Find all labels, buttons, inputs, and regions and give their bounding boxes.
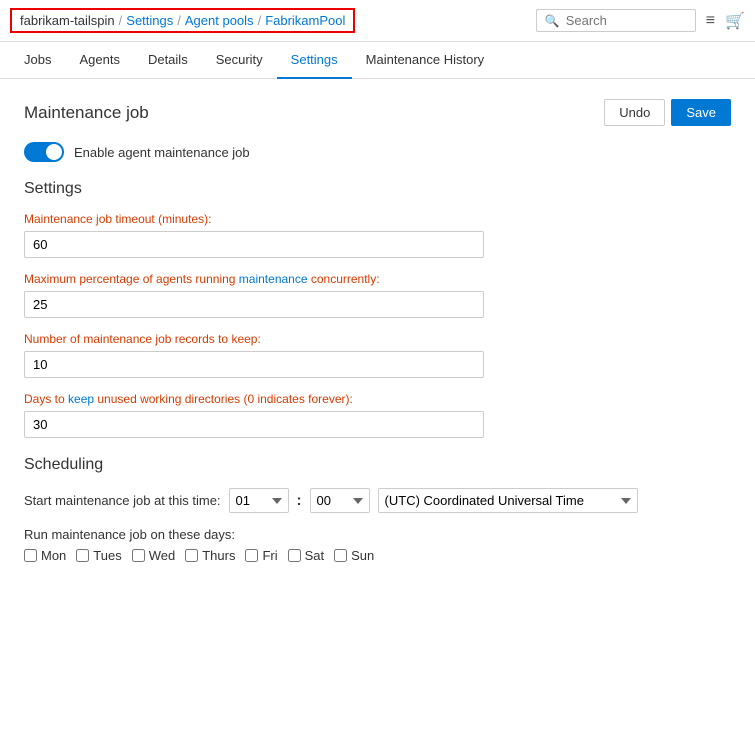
- day-sun-label[interactable]: Sun: [351, 548, 374, 563]
- minute-select[interactable]: 00 15 30 45: [310, 488, 370, 513]
- breadcrumb-sep2: /: [177, 13, 181, 28]
- day-wed-checkbox[interactable]: [132, 549, 145, 562]
- search-box: 🔍: [536, 9, 696, 32]
- days-label: Run maintenance job on these days:: [24, 527, 731, 542]
- day-tues-checkbox[interactable]: [76, 549, 89, 562]
- field-max-percentage-label-text2: concurrently:: [308, 272, 380, 286]
- days-row: Mon Tues Wed Thurs Fri: [24, 548, 731, 563]
- day-sat: Sat: [288, 548, 325, 563]
- action-buttons: Undo Save: [604, 99, 731, 126]
- section-header: Maintenance job Undo Save: [24, 99, 731, 126]
- tab-bar: Jobs Agents Details Security Settings Ma…: [0, 42, 755, 79]
- breadcrumb: fabrikam-tailspin / Settings / Agent poo…: [10, 8, 355, 33]
- field-records-keep: Number of maintenance job records to kee…: [24, 332, 731, 378]
- day-fri: Fri: [245, 548, 277, 563]
- field-max-percentage-label-highlight: maintenance: [239, 272, 308, 286]
- day-tues-label[interactable]: Tues: [93, 548, 121, 563]
- day-tues: Tues: [76, 548, 121, 563]
- field-timeout-input[interactable]: [24, 231, 484, 258]
- field-days-keep-label-text: Days to: [24, 392, 68, 406]
- day-sat-label[interactable]: Sat: [305, 548, 325, 563]
- breadcrumb-settings[interactable]: Settings: [126, 13, 173, 28]
- hour-select[interactable]: 01 02 03 04 05 06 07 08 09 10 11 12: [229, 488, 289, 513]
- field-timeout: Maintenance job timeout (minutes):: [24, 212, 731, 258]
- bag-icon[interactable]: 🛒: [725, 11, 745, 31]
- day-fri-checkbox[interactable]: [245, 549, 258, 562]
- maintenance-job-title: Maintenance job: [24, 103, 149, 123]
- field-timeout-label-text: Maintenance job timeout (minutes):: [24, 212, 211, 226]
- top-bar-right: 🔍 ≡ 🛒: [536, 9, 745, 32]
- tab-agents[interactable]: Agents: [65, 42, 133, 79]
- search-icon: 🔍: [545, 14, 560, 28]
- day-fri-label[interactable]: Fri: [262, 548, 277, 563]
- field-days-keep-label-text2: unused working directories (0 indicates …: [94, 392, 353, 406]
- settings-section-title: Settings: [24, 180, 731, 198]
- field-days-keep-label-highlight: keep: [68, 392, 94, 406]
- enable-toggle[interactable]: [24, 142, 64, 162]
- main-content: Maintenance job Undo Save Enable agent m…: [0, 79, 755, 583]
- tab-security[interactable]: Security: [202, 42, 277, 79]
- tab-jobs[interactable]: Jobs: [10, 42, 65, 79]
- breadcrumb-org[interactable]: fabrikam-tailspin: [20, 13, 115, 28]
- day-wed: Wed: [132, 548, 176, 563]
- days-section: Run maintenance job on these days: Mon T…: [24, 527, 731, 563]
- tab-maintenance[interactable]: Maintenance History: [352, 42, 499, 79]
- day-sun-checkbox[interactable]: [334, 549, 347, 562]
- breadcrumb-agent-pools[interactable]: Agent pools: [185, 13, 254, 28]
- tab-settings[interactable]: Settings: [277, 42, 352, 79]
- field-records-keep-input[interactable]: [24, 351, 484, 378]
- breadcrumb-fabrikam-pool[interactable]: FabrikamPool: [265, 13, 345, 28]
- start-time-label: Start maintenance job at this time:: [24, 493, 221, 508]
- field-max-percentage-label: Maximum percentage of agents running mai…: [24, 272, 731, 286]
- day-mon-checkbox[interactable]: [24, 549, 37, 562]
- field-days-keep: Days to keep unused working directories …: [24, 392, 731, 438]
- toggle-knob: [46, 144, 62, 160]
- tab-details[interactable]: Details: [134, 42, 202, 79]
- day-thurs: Thurs: [185, 548, 235, 563]
- day-mon-label[interactable]: Mon: [41, 548, 66, 563]
- breadcrumb-sep1: /: [119, 13, 123, 28]
- field-max-percentage-input[interactable]: [24, 291, 484, 318]
- day-thurs-checkbox[interactable]: [185, 549, 198, 562]
- field-max-percentage: Maximum percentage of agents running mai…: [24, 272, 731, 318]
- day-sat-checkbox[interactable]: [288, 549, 301, 562]
- timezone-select[interactable]: (UTC) Coordinated Universal Time (UTC-05…: [378, 488, 638, 513]
- search-input[interactable]: [566, 13, 687, 28]
- save-button[interactable]: Save: [671, 99, 731, 126]
- start-time-row: Start maintenance job at this time: 01 0…: [24, 488, 731, 513]
- time-separator: :: [297, 492, 302, 509]
- breadcrumb-sep3: /: [258, 13, 262, 28]
- scheduling-section: Scheduling Start maintenance job at this…: [24, 456, 731, 563]
- day-mon: Mon: [24, 548, 66, 563]
- field-days-keep-label: Days to keep unused working directories …: [24, 392, 731, 406]
- scheduling-title: Scheduling: [24, 456, 731, 474]
- field-records-keep-label: Number of maintenance job records to kee…: [24, 332, 731, 346]
- toggle-label: Enable agent maintenance job: [74, 145, 250, 160]
- toggle-row: Enable agent maintenance job: [24, 142, 731, 162]
- top-bar: fabrikam-tailspin / Settings / Agent poo…: [0, 0, 755, 42]
- field-records-keep-label-text: Number of maintenance job records to kee…: [24, 332, 261, 346]
- field-timeout-label: Maintenance job timeout (minutes):: [24, 212, 731, 226]
- field-max-percentage-label-text: Maximum percentage of agents running: [24, 272, 239, 286]
- settings-section: Settings Maintenance job timeout (minute…: [24, 180, 731, 438]
- field-days-keep-input[interactable]: [24, 411, 484, 438]
- day-thurs-label[interactable]: Thurs: [202, 548, 235, 563]
- day-sun: Sun: [334, 548, 374, 563]
- undo-button[interactable]: Undo: [604, 99, 665, 126]
- day-wed-label[interactable]: Wed: [149, 548, 176, 563]
- list-icon[interactable]: ≡: [706, 12, 715, 30]
